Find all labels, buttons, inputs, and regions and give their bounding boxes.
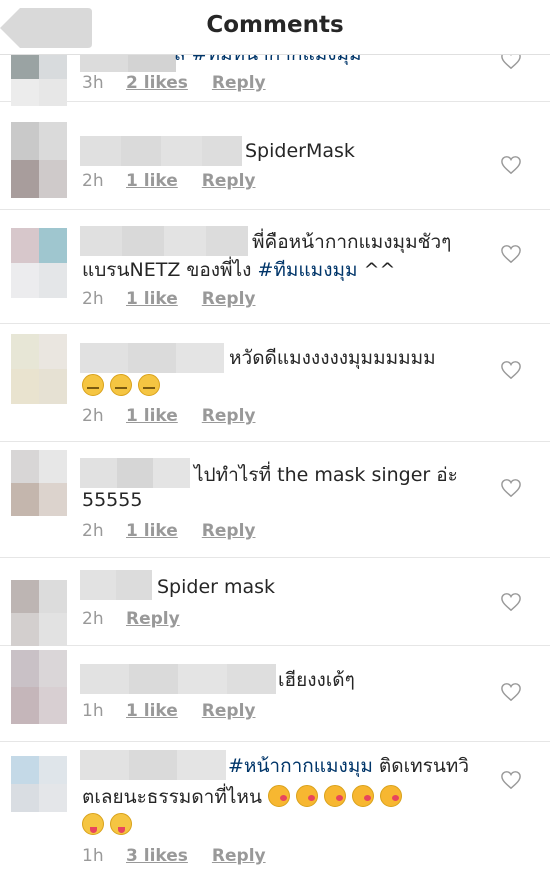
- comment-time: 1h: [82, 701, 104, 721]
- like-button[interactable]: [500, 155, 522, 175]
- reply-button[interactable]: Reply: [212, 73, 266, 93]
- username-blurred[interactable]: [80, 458, 191, 488]
- back-arrow-icon: [0, 8, 92, 48]
- reply-button[interactable]: Reply: [202, 289, 256, 309]
- comment-meta: 3h 2 likes Reply: [82, 73, 266, 93]
- squint-tongue-emoji: [110, 813, 132, 835]
- heart-outline-icon: [501, 771, 521, 790]
- comment-meta: 2h 1 like Reply: [82, 521, 255, 541]
- comment-meta: 2h 1 like Reply: [82, 406, 255, 426]
- comment-item: #หน้ากากแมงมุม ติดเทรนทวิ ตเลยนะธรรมดาที…: [0, 742, 550, 877]
- hashtag-link[interactable]: #หน้ากากแมงมุม: [228, 755, 373, 777]
- avatar[interactable]: [11, 51, 67, 106]
- likes-link[interactable]: 1 like: [126, 289, 178, 309]
- reply-button[interactable]: Reply: [202, 171, 256, 191]
- likes-link[interactable]: 1 like: [126, 521, 178, 541]
- comment-time: 2h: [82, 521, 104, 541]
- like-button[interactable]: [500, 244, 522, 264]
- kiss-face-emoji: [379, 785, 402, 807]
- likes-link[interactable]: 3 likes: [126, 846, 188, 866]
- heart-outline-icon: [501, 361, 521, 380]
- heart-outline-icon: [501, 593, 521, 612]
- likes-link[interactable]: 1 like: [126, 406, 178, 426]
- like-button[interactable]: [500, 682, 522, 702]
- comment-emojis: [82, 811, 138, 839]
- username-blurred[interactable]: [80, 136, 242, 166]
- comment-text: เฮียงงเด้ๆ: [278, 669, 355, 691]
- comment-time: 2h: [82, 289, 104, 309]
- comment-text-line2: ตเลยนะธรรมดาที่ไหน: [82, 783, 408, 811]
- comment-time: 2h: [82, 609, 104, 629]
- header-bar: Comments: [0, 0, 550, 55]
- like-button[interactable]: [500, 478, 522, 498]
- avatar[interactable]: [11, 650, 67, 724]
- comment-text-line2: แบรนNETZ ของพี่ไง #ทีมแมงมุม ^^: [82, 259, 396, 281]
- comment-item: Spider mask 2h Reply: [0, 558, 550, 646]
- comment-time: 2h: [82, 171, 104, 191]
- like-button[interactable]: [500, 770, 522, 790]
- kiss-face-emoji: [323, 785, 346, 807]
- avatar[interactable]: [11, 756, 67, 812]
- kiss-face-emoji: [351, 785, 374, 807]
- comment-text: ไปทำไรที่ the mask singer อ่ะ: [194, 464, 458, 486]
- comment-time: 2h: [82, 406, 104, 426]
- comment-text: SpiderMask: [245, 140, 355, 162]
- zipper-face-emoji: [82, 374, 104, 396]
- comment-time: 1h: [82, 846, 104, 866]
- comment-meta: 2h 1 like Reply: [82, 289, 255, 309]
- kiss-face-emoji: [295, 785, 318, 807]
- likes-link[interactable]: 2 likes: [126, 73, 188, 93]
- wink-tongue-emoji: [82, 813, 104, 835]
- heart-outline-icon: [501, 156, 521, 175]
- avatar[interactable]: [11, 334, 67, 404]
- comment-text: Spider mask: [157, 576, 276, 598]
- comment-time: 3h: [82, 73, 104, 93]
- comment-meta: 1h 3 likes Reply: [82, 846, 266, 866]
- heart-outline-icon: [501, 245, 521, 264]
- comment-meta: 2h 1 like Reply: [82, 171, 255, 191]
- comment-text: #หน้ากากแมงมุม ติดเทรนทวิ: [228, 755, 469, 777]
- reply-button[interactable]: Reply: [212, 846, 266, 866]
- zipper-face-emoji: [110, 374, 132, 396]
- username-blurred[interactable]: [80, 570, 152, 600]
- comment-item: หวัดดีแมงงงงงมุมมมมมม 2h 1 like Reply: [0, 324, 550, 442]
- likes-link[interactable]: 1 like: [126, 701, 178, 721]
- avatar[interactable]: [11, 580, 67, 646]
- comment-text: หวัดดีแมงงงงงมุมมมมมม: [229, 347, 436, 369]
- like-button[interactable]: [500, 360, 522, 380]
- reply-button[interactable]: Reply: [202, 701, 256, 721]
- heart-outline-icon: [501, 479, 521, 498]
- username-blurred[interactable]: [80, 343, 224, 373]
- comment-meta: 1h 1 like Reply: [82, 701, 255, 721]
- comment-emojis: [82, 372, 166, 400]
- avatar[interactable]: [11, 228, 67, 298]
- comment-meta: 2h Reply: [82, 609, 180, 629]
- username-blurred[interactable]: [80, 750, 227, 780]
- hashtag-link[interactable]: #ทีมแมงมุม: [257, 259, 357, 281]
- reply-button[interactable]: Reply: [126, 609, 180, 629]
- kiss-face-emoji: [267, 785, 290, 807]
- like-button[interactable]: [500, 592, 522, 612]
- username-blurred[interactable]: [80, 664, 276, 694]
- comment-item: ไปทำไรที่ the mask singer อ่ะ 55555 2h 1…: [0, 442, 550, 558]
- avatar[interactable]: [11, 122, 67, 198]
- zipper-face-emoji: [138, 374, 160, 396]
- comment-item: พี่คือหน้ากากแมงมุมชัวๆ แบรนNETZ ของพี่ไ…: [0, 210, 550, 324]
- comment-text-line2: 55555: [82, 489, 143, 511]
- comment-text: พี่คือหน้ากากแมงมุมชัวๆ: [252, 231, 452, 253]
- avatar[interactable]: [11, 450, 67, 516]
- back-button[interactable]: [0, 6, 92, 50]
- comment-item: SpiderMask 2h 1 like Reply: [0, 122, 550, 210]
- reply-button[interactable]: Reply: [202, 521, 256, 541]
- comment-item: เฮียงงเด้ๆ 1h 1 like Reply: [0, 646, 550, 742]
- reply-button[interactable]: Reply: [202, 406, 256, 426]
- likes-link[interactable]: 1 like: [126, 171, 178, 191]
- username-blurred[interactable]: [80, 226, 248, 256]
- heart-outline-icon: [501, 683, 521, 702]
